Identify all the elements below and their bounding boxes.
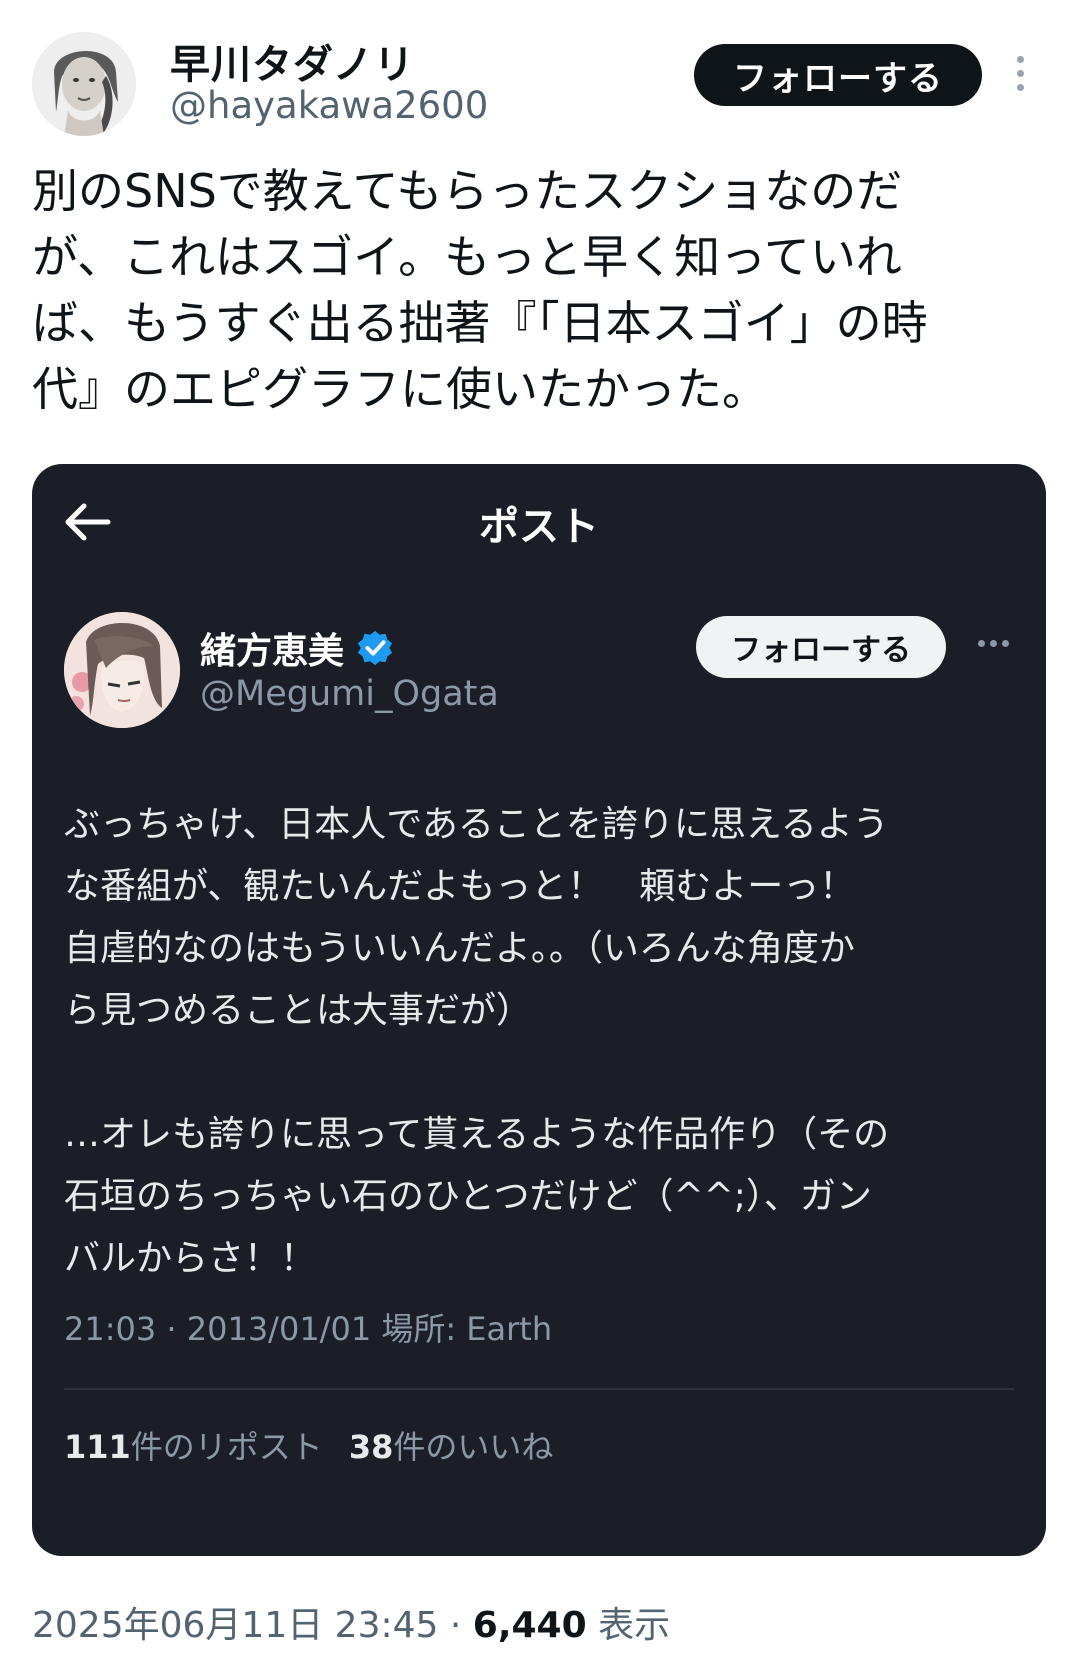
tweet-timestamp[interactable]: 2025年06月11日 23:45 · bbox=[32, 1605, 473, 1646]
embedded-divider bbox=[64, 1388, 1014, 1390]
views-label: 表示 bbox=[586, 1605, 671, 1646]
embedded-reposts: 111件のリポスト bbox=[64, 1422, 323, 1468]
author-handle[interactable]: @hayakawa2600 bbox=[170, 84, 488, 127]
embedded-author-name-row: 緒方恵美 bbox=[200, 622, 394, 674]
views-count: 6,440 bbox=[472, 1605, 587, 1646]
tweet-line: 代』のエピグラフに使いたかった。 bbox=[32, 362, 768, 416]
embedded-post-meta: 21:03 · 2013/01/01 場所: Earth bbox=[64, 1310, 553, 1348]
embedded-line: な番組が、観たいんだよもっと！ 頼むよーっ！ bbox=[64, 866, 856, 907]
tweet-line: ば、もうすぐ出る拙著『「日本スゴイ」の時 bbox=[32, 296, 928, 350]
tweet-footer-meta: 2025年06月11日 23:45 · 6,440 表示 bbox=[32, 1596, 670, 1648]
tweet-body: 別のSNSで教えてもらったスクショなのだ が、これはスゴイ。もっと早く知っていれ… bbox=[32, 158, 1042, 422]
embedded-author-avatar bbox=[64, 612, 180, 728]
author-avatar[interactable] bbox=[32, 32, 136, 136]
embedded-header-title: ポスト bbox=[479, 504, 599, 550]
tweet-header: 早川タダノリ @hayakawa2600 フォローする bbox=[0, 0, 1080, 140]
more-horizontal-icon bbox=[978, 640, 1009, 647]
embedded-line: …オレも誇りに思って貰えるような作品作り（その bbox=[64, 1114, 890, 1155]
follow-button[interactable]: フォローする bbox=[694, 44, 982, 106]
avatar-portrait-icon bbox=[32, 32, 136, 136]
embedded-line: ぶっちゃけ、日本人であることを誇りに思えるよう bbox=[64, 804, 889, 845]
likes-label: 件のいいね bbox=[393, 1428, 554, 1466]
embedded-author-name: 緒方恵美 bbox=[200, 631, 345, 672]
embedded-line: 自虐的なのはもういいんだよ。。（いろんな角度か bbox=[64, 928, 855, 969]
embedded-line: 石垣のちっちゃい石のひとつだけど（^^;）、ガン bbox=[64, 1176, 872, 1217]
embedded-screenshot-card[interactable]: ポスト 緒方恵美 @Megumi_Ogata フォローする ぶっちゃけ、日本人で… bbox=[32, 464, 1046, 1556]
embedded-line: ら見つめることは大事だが） bbox=[64, 990, 533, 1031]
likes-count: 38 bbox=[348, 1428, 394, 1466]
more-vertical-icon[interactable] bbox=[1012, 56, 1028, 96]
embedded-stats: 111件のリポスト 38件のいいね bbox=[64, 1422, 553, 1468]
author-display-name[interactable]: 早川タダノリ bbox=[170, 32, 415, 90]
embedded-follow-button: フォローする bbox=[696, 616, 946, 678]
reposts-count: 111 bbox=[64, 1428, 131, 1466]
tweet-line: 別のSNSで教えてもらったスクショなのだ bbox=[32, 164, 903, 218]
reposts-label: 件のリポスト bbox=[130, 1428, 323, 1466]
embedded-post-body: ぶっちゃけ、日本人であることを誇りに思えるよう な番組が、観たいんだよもっと！ … bbox=[64, 794, 1024, 1290]
verified-badge-icon bbox=[357, 630, 393, 666]
embedded-author-handle: @Megumi_Ogata bbox=[200, 674, 499, 714]
tweet-line: が、これはスゴイ。もっと早く知っていれ bbox=[32, 230, 902, 284]
embedded-line: バルからさ！！ bbox=[64, 1238, 317, 1279]
anime-avatar-icon bbox=[64, 612, 180, 728]
embedded-likes: 38件のいいね bbox=[349, 1422, 554, 1468]
